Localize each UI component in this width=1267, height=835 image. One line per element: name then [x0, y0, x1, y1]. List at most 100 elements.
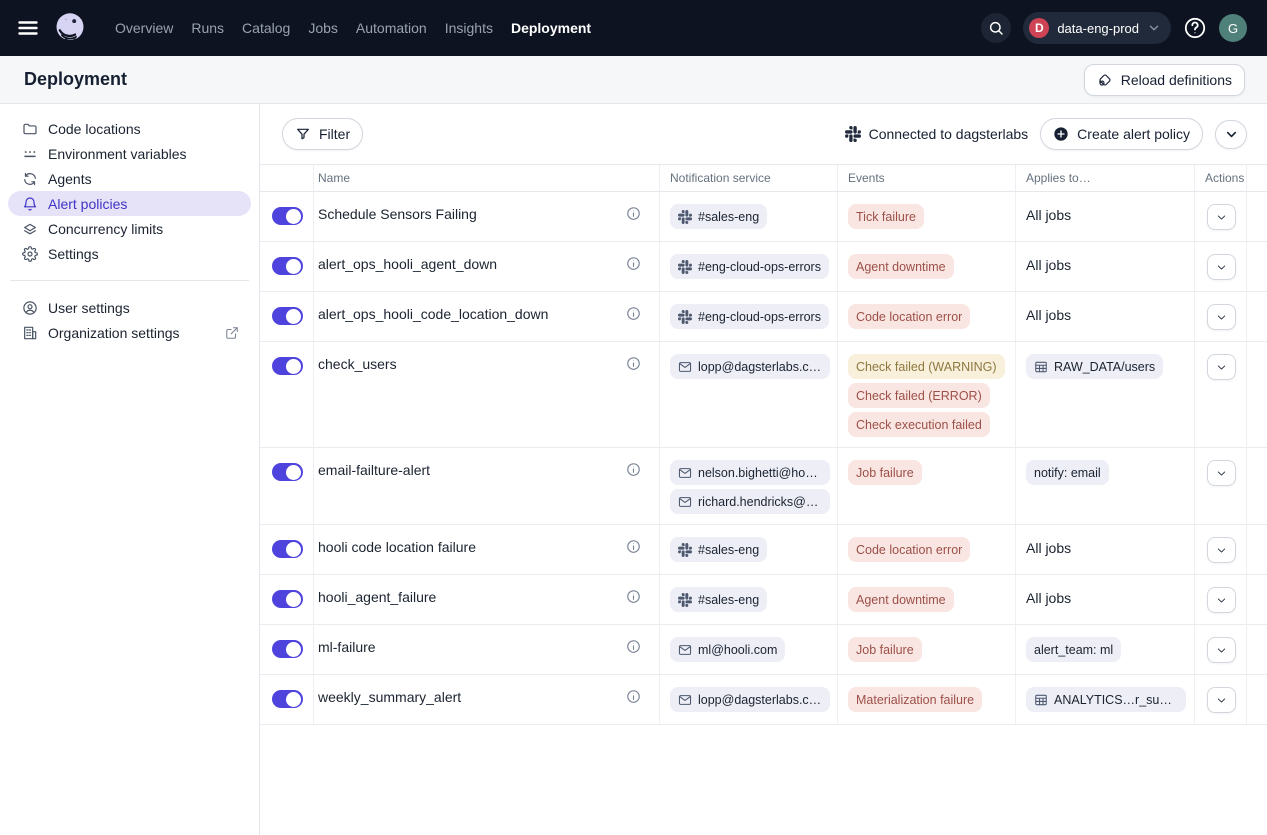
event-label: Agent downtime — [856, 260, 946, 274]
search-button[interactable] — [981, 13, 1011, 43]
mail-icon — [678, 495, 692, 509]
nav-item-catalog[interactable]: Catalog — [233, 12, 299, 44]
alert-policy-toggle[interactable] — [272, 207, 303, 225]
name-cell: weekly_summary_alert — [314, 675, 660, 724]
info-icon[interactable] — [626, 256, 641, 271]
filter-button[interactable]: Filter — [282, 118, 363, 150]
toggle-knob — [286, 309, 301, 324]
info-icon[interactable] — [626, 589, 641, 604]
sidebar-item-user-settings[interactable]: User settings — [8, 295, 251, 320]
event-badge: Code location error — [848, 304, 970, 329]
row-actions-button[interactable] — [1207, 537, 1236, 563]
row-actions-button[interactable] — [1207, 204, 1236, 230]
notification-label: #eng-cloud-ops-errors — [698, 260, 821, 274]
info-icon[interactable] — [626, 306, 641, 321]
alert-policy-toggle[interactable] — [272, 690, 303, 708]
nav-item-insights[interactable]: Insights — [436, 12, 502, 44]
events-cell: Check failed (WARNING)Check failed (ERRO… — [838, 342, 1016, 447]
column-header-name: Name — [314, 165, 660, 191]
sidebar-divider — [10, 280, 249, 281]
row-actions-button[interactable] — [1207, 587, 1236, 613]
alert-policy-name: alert_ops_hooli_agent_down — [318, 254, 497, 274]
notification-badges: ml@hooli.com — [670, 637, 829, 662]
row-actions-button[interactable] — [1207, 354, 1236, 380]
sidebar-item-label: Environment variables — [48, 146, 187, 162]
applies-to-badge: notify: email — [1026, 460, 1109, 485]
sidebar-item-agents[interactable]: Agents — [8, 166, 251, 191]
filter-label: Filter — [319, 126, 350, 142]
connection-status: Connected to dagsterlabs — [845, 126, 1029, 142]
row-actions-button[interactable] — [1207, 304, 1236, 330]
sidebar-item-concurrency-limits[interactable]: Concurrency limits — [8, 216, 251, 241]
reload-definitions-button[interactable]: Reload definitions — [1084, 64, 1245, 96]
event-badges: Check failed (WARNING)Check failed (ERRO… — [848, 354, 1007, 437]
sidebar-item-alert-policies[interactable]: Alert policies — [8, 191, 251, 216]
alert-policy-name: check_users — [318, 354, 397, 374]
notification-label: #sales-eng — [698, 593, 759, 607]
info-icon[interactable] — [626, 462, 641, 477]
event-badges: Tick failure — [848, 204, 1007, 229]
actions-cell — [1195, 675, 1247, 724]
sidebar-nav: Code locations Environment variables Agent… — [8, 116, 251, 266]
events-cell: Agent downtime — [838, 242, 1016, 291]
more-options-button[interactable] — [1215, 120, 1247, 149]
event-label: Check failed (ERROR) — [856, 389, 982, 403]
slack-icon — [678, 210, 692, 224]
dagster-logo[interactable] — [52, 10, 88, 46]
row-actions-button[interactable] — [1207, 637, 1236, 663]
alert-policy-toggle[interactable] — [272, 640, 303, 658]
actions-cell — [1195, 192, 1247, 241]
sidebar-item-settings[interactable]: Settings — [8, 241, 251, 266]
toggle-knob — [286, 259, 301, 274]
user-avatar[interactable]: G — [1219, 14, 1247, 42]
row-actions-button[interactable] — [1207, 460, 1236, 486]
nav-item-automation[interactable]: Automation — [347, 12, 436, 44]
chevron-down-icon — [1216, 312, 1227, 323]
info-icon[interactable] — [626, 639, 641, 654]
slack-icon — [678, 260, 692, 274]
alert-policy-toggle[interactable] — [272, 307, 303, 325]
sidebar-item-environment-variables[interactable]: Environment variables — [8, 141, 251, 166]
alert-policy-row: ml-failureml@hooli.comJob failurealert_t… — [260, 625, 1267, 675]
info-icon[interactable] — [626, 356, 641, 371]
event-label: Agent downtime — [856, 593, 946, 607]
info-icon[interactable] — [626, 539, 641, 554]
sidebar-item-code-locations[interactable]: Code locations — [8, 116, 251, 141]
notification-badge: #sales-eng — [670, 204, 767, 229]
hamburger-icon[interactable] — [16, 16, 40, 40]
applies-to-label: alert_team: ml — [1034, 643, 1113, 657]
row-actions-button[interactable] — [1207, 687, 1236, 713]
event-badge: Code location error — [848, 537, 970, 562]
create-alert-policy-button[interactable]: Create alert policy — [1040, 118, 1203, 150]
info-icon[interactable] — [626, 206, 641, 221]
user-icon — [22, 300, 38, 316]
gear-icon — [22, 246, 38, 262]
nav-item-runs[interactable]: Runs — [182, 12, 233, 44]
column-header-actions: Actions — [1195, 165, 1247, 191]
sidebar-item-organization-settings[interactable]: Organization settings — [8, 320, 251, 345]
reload-definitions-label: Reload definitions — [1121, 72, 1232, 88]
toggle-knob — [286, 642, 301, 657]
environment-switcher[interactable]: D data-eng-prod — [1023, 12, 1171, 44]
filter-icon — [295, 126, 311, 142]
nav-item-deployment[interactable]: Deployment — [502, 12, 600, 44]
applies-to-label: ANALYTICS…r_summary — [1054, 693, 1178, 707]
nav-item-jobs[interactable]: Jobs — [299, 12, 347, 44]
nav-item-overview[interactable]: Overview — [106, 12, 182, 44]
row-actions-button[interactable] — [1207, 254, 1236, 280]
search-icon — [988, 20, 1004, 36]
applies-to-label: notify: email — [1034, 466, 1101, 480]
alert-policy-toggle[interactable] — [272, 590, 303, 608]
toolbar: Filter Connected to dagsterlabs Create a… — [260, 104, 1267, 164]
help-button[interactable] — [1183, 16, 1207, 40]
applies-to-badge: alert_team: ml — [1026, 637, 1121, 662]
alert-policy-toggle[interactable] — [272, 257, 303, 275]
notification-cell: lopp@dagsterlabs.com — [660, 342, 838, 447]
alert-policy-toggle[interactable] — [272, 463, 303, 481]
alert-policy-row: hooli_agent_failure#sales-engAgent downt… — [260, 575, 1267, 625]
row-spacer — [1247, 675, 1267, 724]
applies-to-items: RAW_DATA/users — [1026, 354, 1186, 379]
alert-policy-toggle[interactable] — [272, 540, 303, 558]
info-icon[interactable] — [626, 689, 641, 704]
alert-policy-toggle[interactable] — [272, 357, 303, 375]
